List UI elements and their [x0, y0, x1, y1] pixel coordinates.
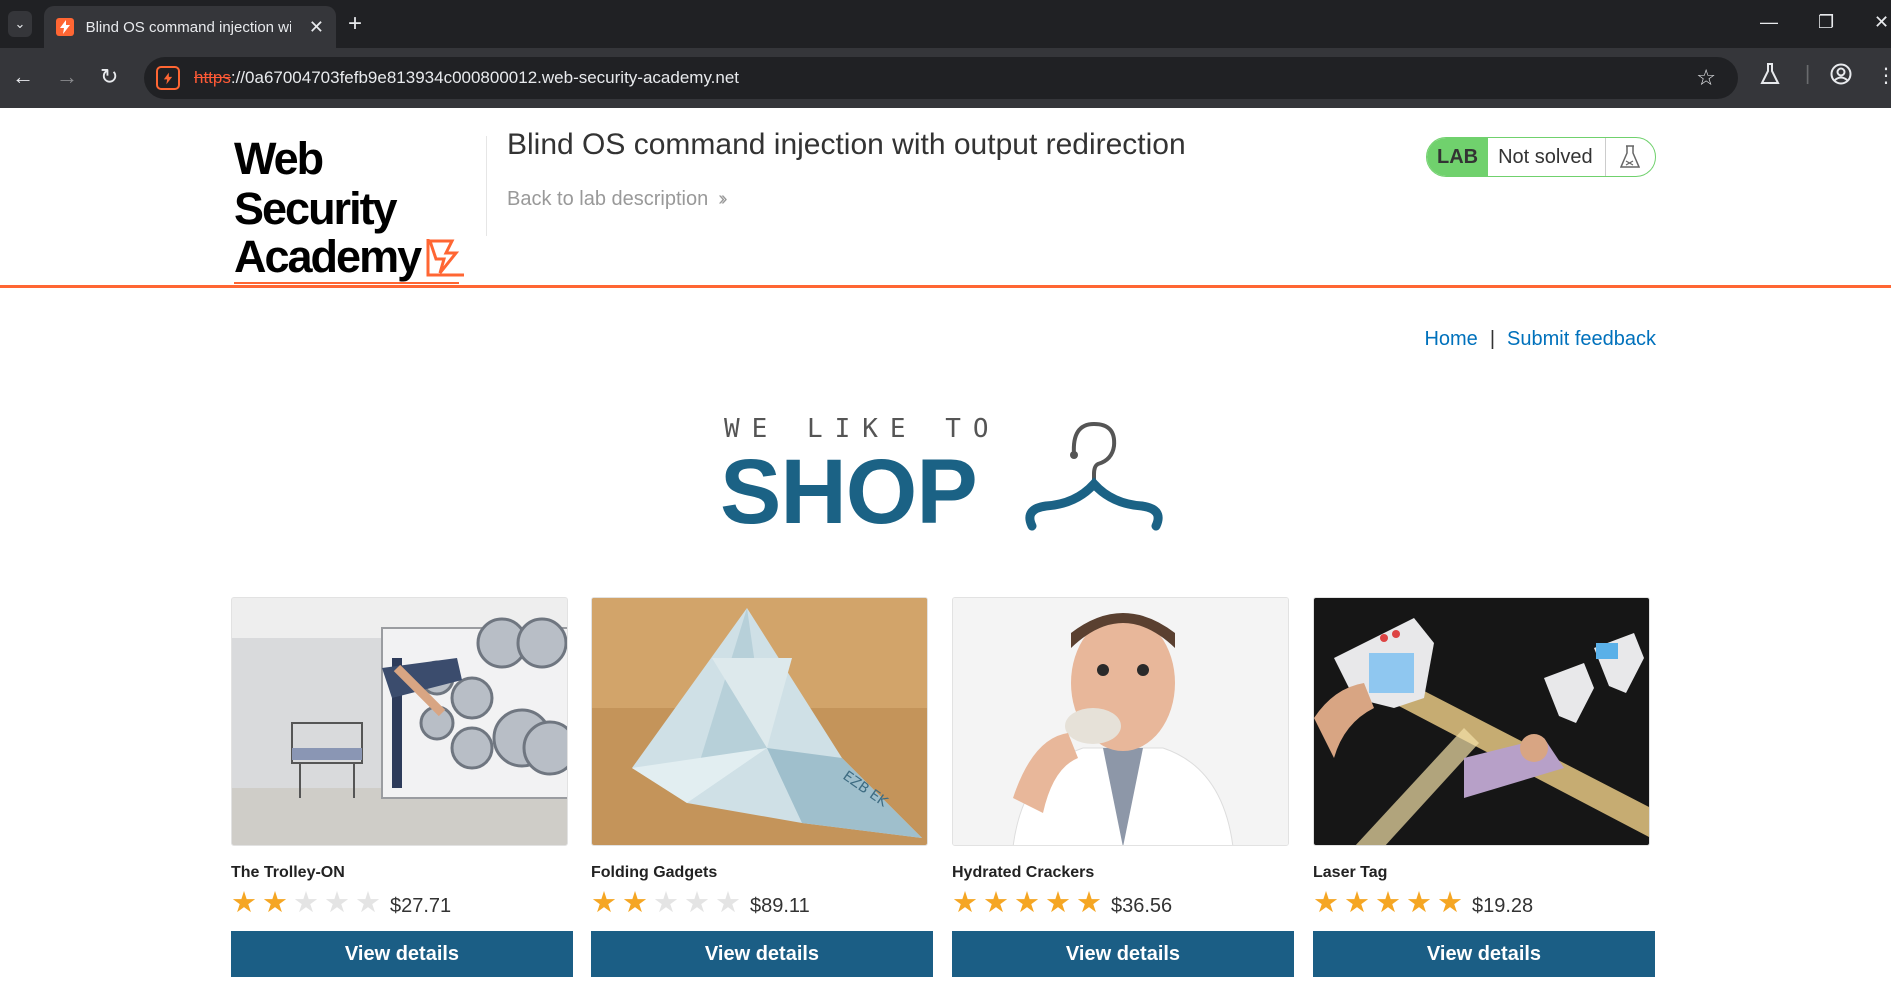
- star-filled-icon: ★: [1437, 887, 1463, 919]
- product-card: EZB EK Folding Gadgets ★ ★ ★ ★ ★ $89.11 …: [591, 597, 933, 977]
- site-security-icon[interactable]: [156, 66, 180, 90]
- star-filled-icon: ★: [1014, 887, 1040, 919]
- star-filled-icon: ★: [952, 887, 978, 919]
- forward-arrow-icon[interactable]: →: [56, 64, 78, 90]
- lab-title: Blind OS command injection with output r…: [507, 128, 1186, 161]
- product-image-laundromat: [231, 597, 568, 846]
- star-filled-icon: ★: [591, 887, 617, 919]
- star-empty-icon: ★: [684, 887, 710, 919]
- lab-badge: LAB: [1427, 138, 1489, 176]
- product-name: Laser Tag: [1313, 864, 1388, 881]
- home-link[interactable]: Home: [1424, 328, 1477, 350]
- tab-close-icon[interactable]: ✕: [309, 17, 324, 38]
- view-details-button[interactable]: View details: [231, 931, 573, 977]
- url-host: ://0a67004703fefb9e813934c000800012.web-…: [230, 68, 740, 87]
- star-filled-icon: ★: [262, 887, 288, 919]
- logo-text-line2: Academy: [234, 231, 422, 282]
- product-image-hydrated-crackers: [952, 597, 1289, 846]
- shop-banner: WE LIKE TO SHOP: [720, 412, 1170, 542]
- logo-underline: [234, 282, 459, 284]
- product-price: $27.71: [390, 894, 452, 917]
- profile-icon[interactable]: [1830, 63, 1852, 91]
- back-arrow-icon[interactable]: ←: [12, 64, 34, 90]
- star-rating: ★ ★ ★ ★ ★: [591, 888, 746, 918]
- star-filled-icon: ★: [1375, 887, 1401, 919]
- star-empty-icon: ★: [324, 887, 350, 919]
- product-price: $36.56: [1111, 894, 1173, 917]
- star-rating: ★ ★ ★ ★ ★: [1313, 888, 1468, 918]
- back-link-label: Back to lab description: [507, 188, 709, 210]
- browser-toolbar: ← → ↻ https://0a67004703fefb9e813934c000…: [0, 48, 1891, 108]
- lab-status-text: Not solved: [1488, 138, 1606, 176]
- view-details-button[interactable]: View details: [1313, 931, 1655, 977]
- clothes-hanger-icon: [1025, 421, 1163, 531]
- product-card: Hydrated Crackers ★ ★ ★ ★ ★ $36.56 View …: [952, 597, 1294, 977]
- tab-title: Blind OS command injection wi: [85, 18, 291, 36]
- web-security-academy-logo[interactable]: Web Security Academy: [234, 134, 484, 284]
- banner-big-text: SHOP: [720, 441, 978, 543]
- restore-icon[interactable]: ❐: [1818, 12, 1834, 33]
- star-empty-icon: ★: [293, 887, 319, 919]
- favicon-bolt-icon: [56, 18, 74, 36]
- logo-text-line1: Web Security: [234, 133, 398, 234]
- product-card: The Trolley-ON ★ ★ ★ ★ ★ $27.71 View det…: [231, 597, 573, 977]
- product-card: Laser Tag ★ ★ ★ ★ ★ $19.28 View details: [1313, 597, 1655, 977]
- browser-tab-bar: ⌄ Blind OS command injection wi ✕ + — ❐ …: [0, 0, 1891, 48]
- banner-small-text: WE LIKE TO: [724, 414, 1001, 444]
- lab-flask-icon: [1606, 145, 1655, 169]
- star-rating: ★ ★ ★ ★ ★: [952, 888, 1107, 918]
- star-filled-icon: ★: [231, 887, 257, 919]
- url-text: https://0a67004703fefb9e813934c000800012…: [194, 68, 739, 88]
- star-empty-icon: ★: [715, 887, 741, 919]
- star-filled-icon: ★: [622, 887, 648, 919]
- bookmark-star-icon[interactable]: ☆: [1696, 65, 1716, 91]
- lab-status-widget: LAB Not solved: [1426, 137, 1656, 177]
- rating-row: ★ ★ ★ ★ ★ $89.11: [591, 888, 933, 918]
- toolbar-divider: |: [1805, 63, 1811, 85]
- star-filled-icon: ★: [1076, 887, 1102, 919]
- view-details-button[interactable]: View details: [952, 931, 1294, 977]
- rating-row: ★ ★ ★ ★ ★ $36.56: [952, 888, 1294, 918]
- labs-flask-icon[interactable]: [1760, 63, 1780, 91]
- star-filled-icon: ★: [1313, 887, 1339, 919]
- tab-search-chevron-icon[interactable]: ⌄: [8, 11, 32, 37]
- product-image-folding-gadgets: EZB EK: [591, 597, 928, 846]
- product-name: Folding Gadgets: [591, 864, 718, 881]
- logo-bolt-icon: [426, 237, 466, 277]
- star-empty-icon: ★: [653, 887, 679, 919]
- top-nav-links: Home | Submit feedback: [1424, 328, 1656, 351]
- star-filled-icon: ★: [1406, 887, 1432, 919]
- reload-icon[interactable]: ↻: [100, 64, 118, 90]
- submit-feedback-link[interactable]: Submit feedback: [1507, 328, 1656, 350]
- browser-tab[interactable]: Blind OS command injection wi ✕: [44, 6, 336, 48]
- rating-row: ★ ★ ★ ★ ★ $27.71: [231, 888, 573, 918]
- menu-kebab-icon[interactable]: ⋮: [1876, 63, 1891, 88]
- star-filled-icon: ★: [1344, 887, 1370, 919]
- product-price: $89.11: [750, 894, 810, 917]
- back-to-lab-description-link[interactable]: Back to lab description ››: [507, 188, 728, 211]
- double-chevron-right-icon: ››: [718, 188, 728, 210]
- product-name: Hydrated Crackers: [952, 864, 1095, 881]
- nav-separator: |: [1489, 328, 1496, 350]
- view-details-button[interactable]: View details: [591, 931, 933, 977]
- logo-text-line2-row: Academy: [234, 234, 484, 280]
- rating-row: ★ ★ ★ ★ ★ $19.28: [1313, 888, 1655, 918]
- star-filled-icon: ★: [1045, 887, 1071, 919]
- close-window-icon[interactable]: ✕: [1874, 12, 1889, 33]
- url-scheme: https: [194, 68, 231, 87]
- star-filled-icon: ★: [983, 887, 1009, 919]
- header-divider: [486, 136, 487, 236]
- star-rating: ★ ★ ★ ★ ★: [231, 888, 386, 918]
- minimize-icon[interactable]: —: [1760, 12, 1778, 33]
- product-name: The Trolley-ON: [231, 864, 345, 881]
- star-empty-icon: ★: [355, 887, 381, 919]
- product-image-laser-tag: [1313, 597, 1650, 846]
- product-price: $19.28: [1472, 894, 1534, 917]
- address-bar[interactable]: https://0a67004703fefb9e813934c000800012…: [144, 57, 1738, 99]
- lab-header: Web Security Academy Blind OS command in…: [0, 108, 1891, 288]
- new-tab-plus-icon[interactable]: +: [348, 10, 362, 38]
